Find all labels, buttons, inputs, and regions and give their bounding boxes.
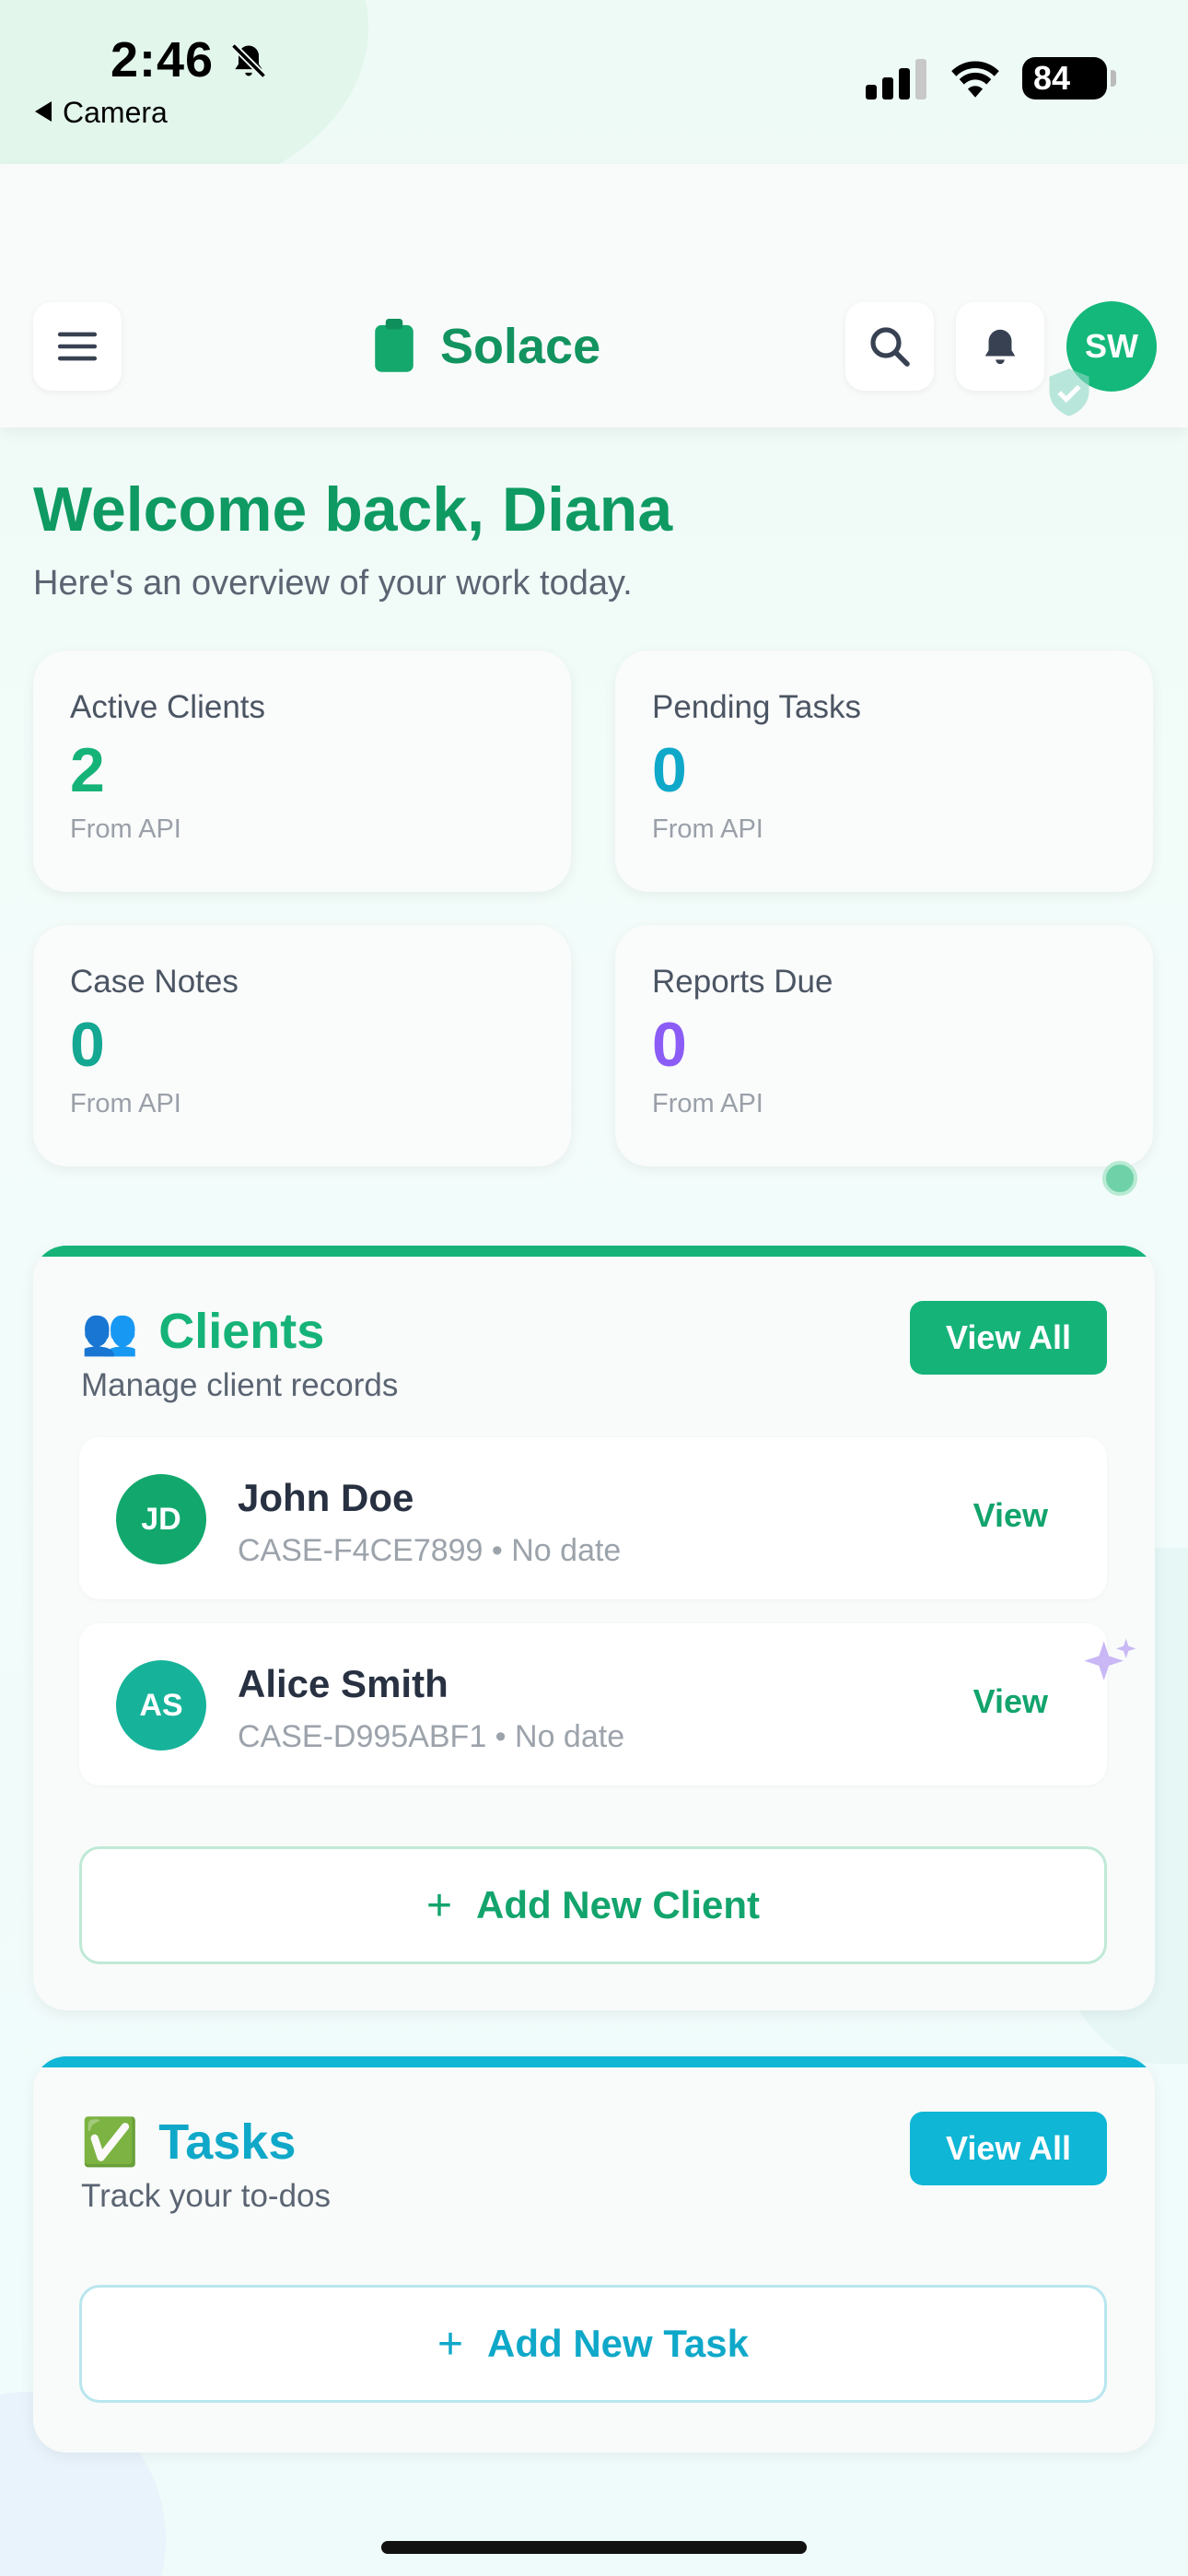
tasks-section: ✅ Tasks Track your to-dos View All + Add… [33, 2056, 1155, 2453]
stat-card-reports-due[interactable]: Reports Due 0 From API [615, 925, 1153, 1166]
decorative-dot [1102, 1161, 1137, 1196]
hamburger-icon [57, 332, 98, 361]
section-accent-bar [33, 2056, 1155, 2067]
clients-title: Clients [158, 1304, 325, 1359]
bell-off-icon [230, 42, 267, 79]
stat-note: From API [652, 1089, 763, 1118]
stat-card-active-clients[interactable]: Active Clients 2 From API [33, 650, 571, 892]
wifi-icon [951, 61, 999, 98]
section-accent-bar [33, 1246, 1155, 1257]
stat-note: From API [652, 814, 763, 844]
stat-label: Case Notes [70, 964, 239, 1000]
clipboard-icon [375, 319, 413, 372]
battery-indicator: 84 [1022, 57, 1116, 100]
app-title: Solace [440, 319, 601, 374]
stat-value: 2 [70, 735, 105, 805]
add-new-task-button[interactable]: + Add New Task [79, 2285, 1107, 2403]
cellular-signal-icon [866, 59, 926, 100]
section-title: 👥 Clients [81, 1303, 324, 1360]
welcome-title: Welcome back, Diana [33, 474, 673, 544]
plus-icon: + [437, 2319, 464, 2369]
stat-value: 0 [70, 1010, 105, 1080]
add-client-label: Add New Client [476, 1883, 761, 1926]
client-avatar: JD [116, 1474, 206, 1564]
people-icon: 👥 [81, 1305, 139, 1357]
client-name: John Doe [238, 1476, 414, 1519]
stat-note: From API [70, 1089, 181, 1118]
client-view-link[interactable]: View [973, 1682, 1048, 1721]
stat-value: 0 [652, 735, 687, 805]
back-to-camera-link[interactable]: Camera [35, 96, 168, 130]
app-brand: Solace [372, 313, 600, 380]
add-new-client-button[interactable]: + Add New Client [79, 1846, 1107, 1964]
home-indicator[interactable] [381, 2541, 807, 2554]
stat-card-case-notes[interactable]: Case Notes 0 From API [33, 925, 571, 1166]
client-case-meta: CASE-F4CE7899 • No date [238, 1533, 622, 1568]
back-arrow-icon [35, 101, 52, 122]
bell-icon [984, 329, 1016, 365]
shield-check-icon [1049, 369, 1089, 416]
stat-label: Active Clients [70, 689, 266, 725]
client-row[interactable]: AS Alice Smith CASE-D995ABF1 • No date V… [79, 1623, 1107, 1786]
menu-button[interactable] [33, 302, 122, 391]
client-case-meta: CASE-D995ABF1 • No date [238, 1719, 625, 1754]
stat-note: From API [70, 814, 181, 844]
client-view-link[interactable]: View [973, 1496, 1048, 1535]
stat-value: 0 [652, 1010, 687, 1080]
stat-label: Pending Tasks [652, 689, 862, 725]
app-screen: 2:46 Camera 84 Solace SW Welcome back, D… [0, 0, 1188, 2576]
search-button[interactable] [845, 302, 934, 391]
search-icon [870, 327, 910, 367]
tasks-view-all-button[interactable]: View All [910, 2112, 1107, 2185]
sparkle-icon [1084, 1638, 1136, 1680]
plus-icon: + [425, 1880, 452, 1930]
section-subtitle: Track your to-dos [81, 2178, 332, 2214]
tasks-title: Tasks [158, 2114, 297, 2170]
welcome-subtitle: Here's an overview of your work today. [33, 564, 633, 603]
clients-section: 👥 Clients Manage client records View All… [33, 1246, 1155, 2010]
client-avatar: AS [116, 1660, 206, 1751]
stat-label: Reports Due [652, 964, 833, 1000]
client-name: Alice Smith [238, 1662, 448, 1705]
check-box-icon: ✅ [81, 2115, 139, 2168]
battery-level: 84 [1033, 59, 1071, 97]
stat-card-pending-tasks[interactable]: Pending Tasks 0 From API [615, 650, 1153, 892]
status-bar: 2:46 Camera 84 [0, 0, 1188, 164]
client-row[interactable]: JD John Doe CASE-F4CE7899 • No date View [79, 1437, 1107, 1599]
back-label: Camera [63, 96, 168, 129]
status-time: 2:46 [111, 32, 215, 88]
clients-view-all-button[interactable]: View All [910, 1301, 1107, 1375]
add-task-label: Add New Task [487, 2322, 749, 2365]
section-title: ✅ Tasks [81, 2113, 296, 2171]
notifications-button[interactable] [956, 302, 1044, 391]
section-subtitle: Manage client records [81, 1367, 399, 1403]
